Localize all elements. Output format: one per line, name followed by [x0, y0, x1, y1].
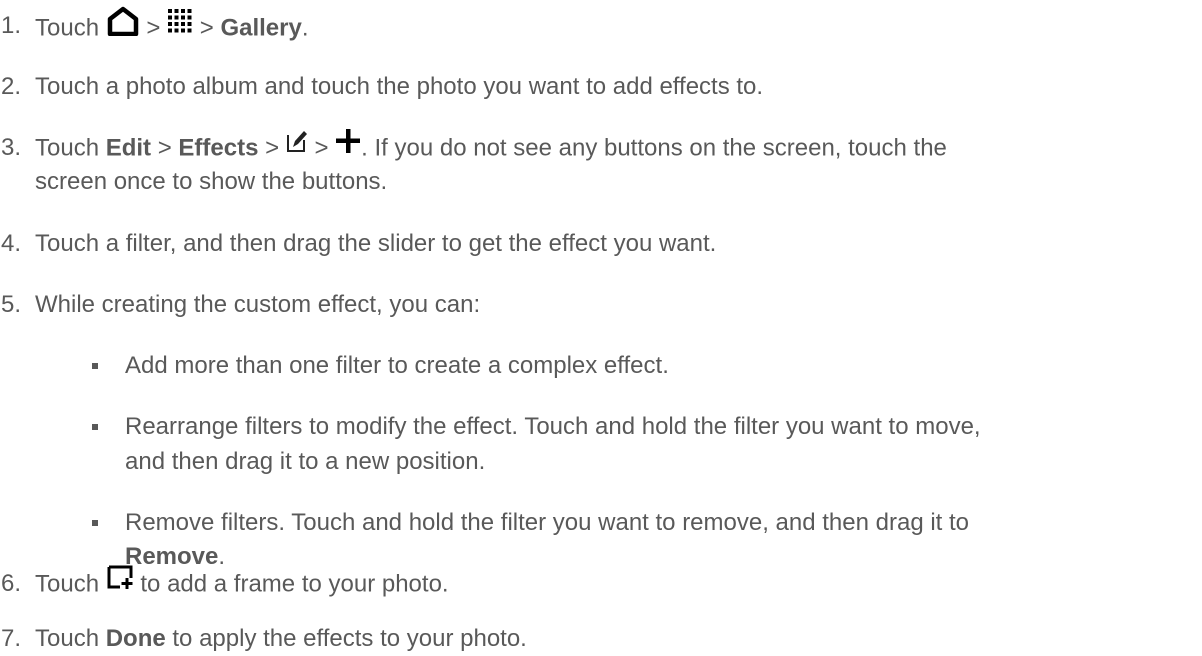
step-number: 4.: [1, 230, 22, 257]
instruction-document: 1. Touch > > Gallery. 2. Touch a photo a…: [0, 0, 1202, 656]
step-text: Touch a photo album and touch the photo …: [35, 73, 764, 100]
step-number: 3.: [1, 134, 22, 161]
step-number: 1.: [1, 12, 22, 39]
step-text: Touch Edit > Effects > > . If you do not…: [35, 128, 947, 167]
bullet-text: Remove filters. Touch and hold the filte…: [125, 509, 970, 536]
add-frame-icon: [106, 564, 134, 600]
step-number: 5.: [1, 291, 22, 318]
step-text: Touch Done to apply the effects to your …: [35, 625, 527, 652]
bullet-marker: [92, 424, 98, 430]
edit-effect-icon: [286, 129, 308, 163]
bullet-text: Add more than one filter to create a com…: [125, 352, 669, 379]
bullet-marker: [92, 363, 98, 369]
apps-grid-icon: [167, 8, 193, 44]
bullet-text-line2: and then drag it to a new position.: [125, 448, 486, 475]
step-number: 6.: [1, 570, 22, 597]
step-text: Touch to add a frame to your photo.: [35, 564, 449, 603]
step-text: While creating the custom effect, you ca…: [35, 291, 481, 318]
step-text: Touch > > Gallery.: [35, 6, 309, 49]
plus-icon: [335, 128, 361, 164]
home-icon: [106, 6, 140, 46]
bullet-marker: [92, 520, 98, 526]
step-text-line2: screen once to show the buttons.: [35, 168, 388, 195]
step-number: 7.: [1, 625, 22, 652]
bullet-text: Rearrange filters to modify the effect. …: [125, 413, 981, 440]
step-text: Touch a filter, and then drag the slider…: [35, 230, 717, 257]
step-number: 2.: [1, 73, 22, 100]
